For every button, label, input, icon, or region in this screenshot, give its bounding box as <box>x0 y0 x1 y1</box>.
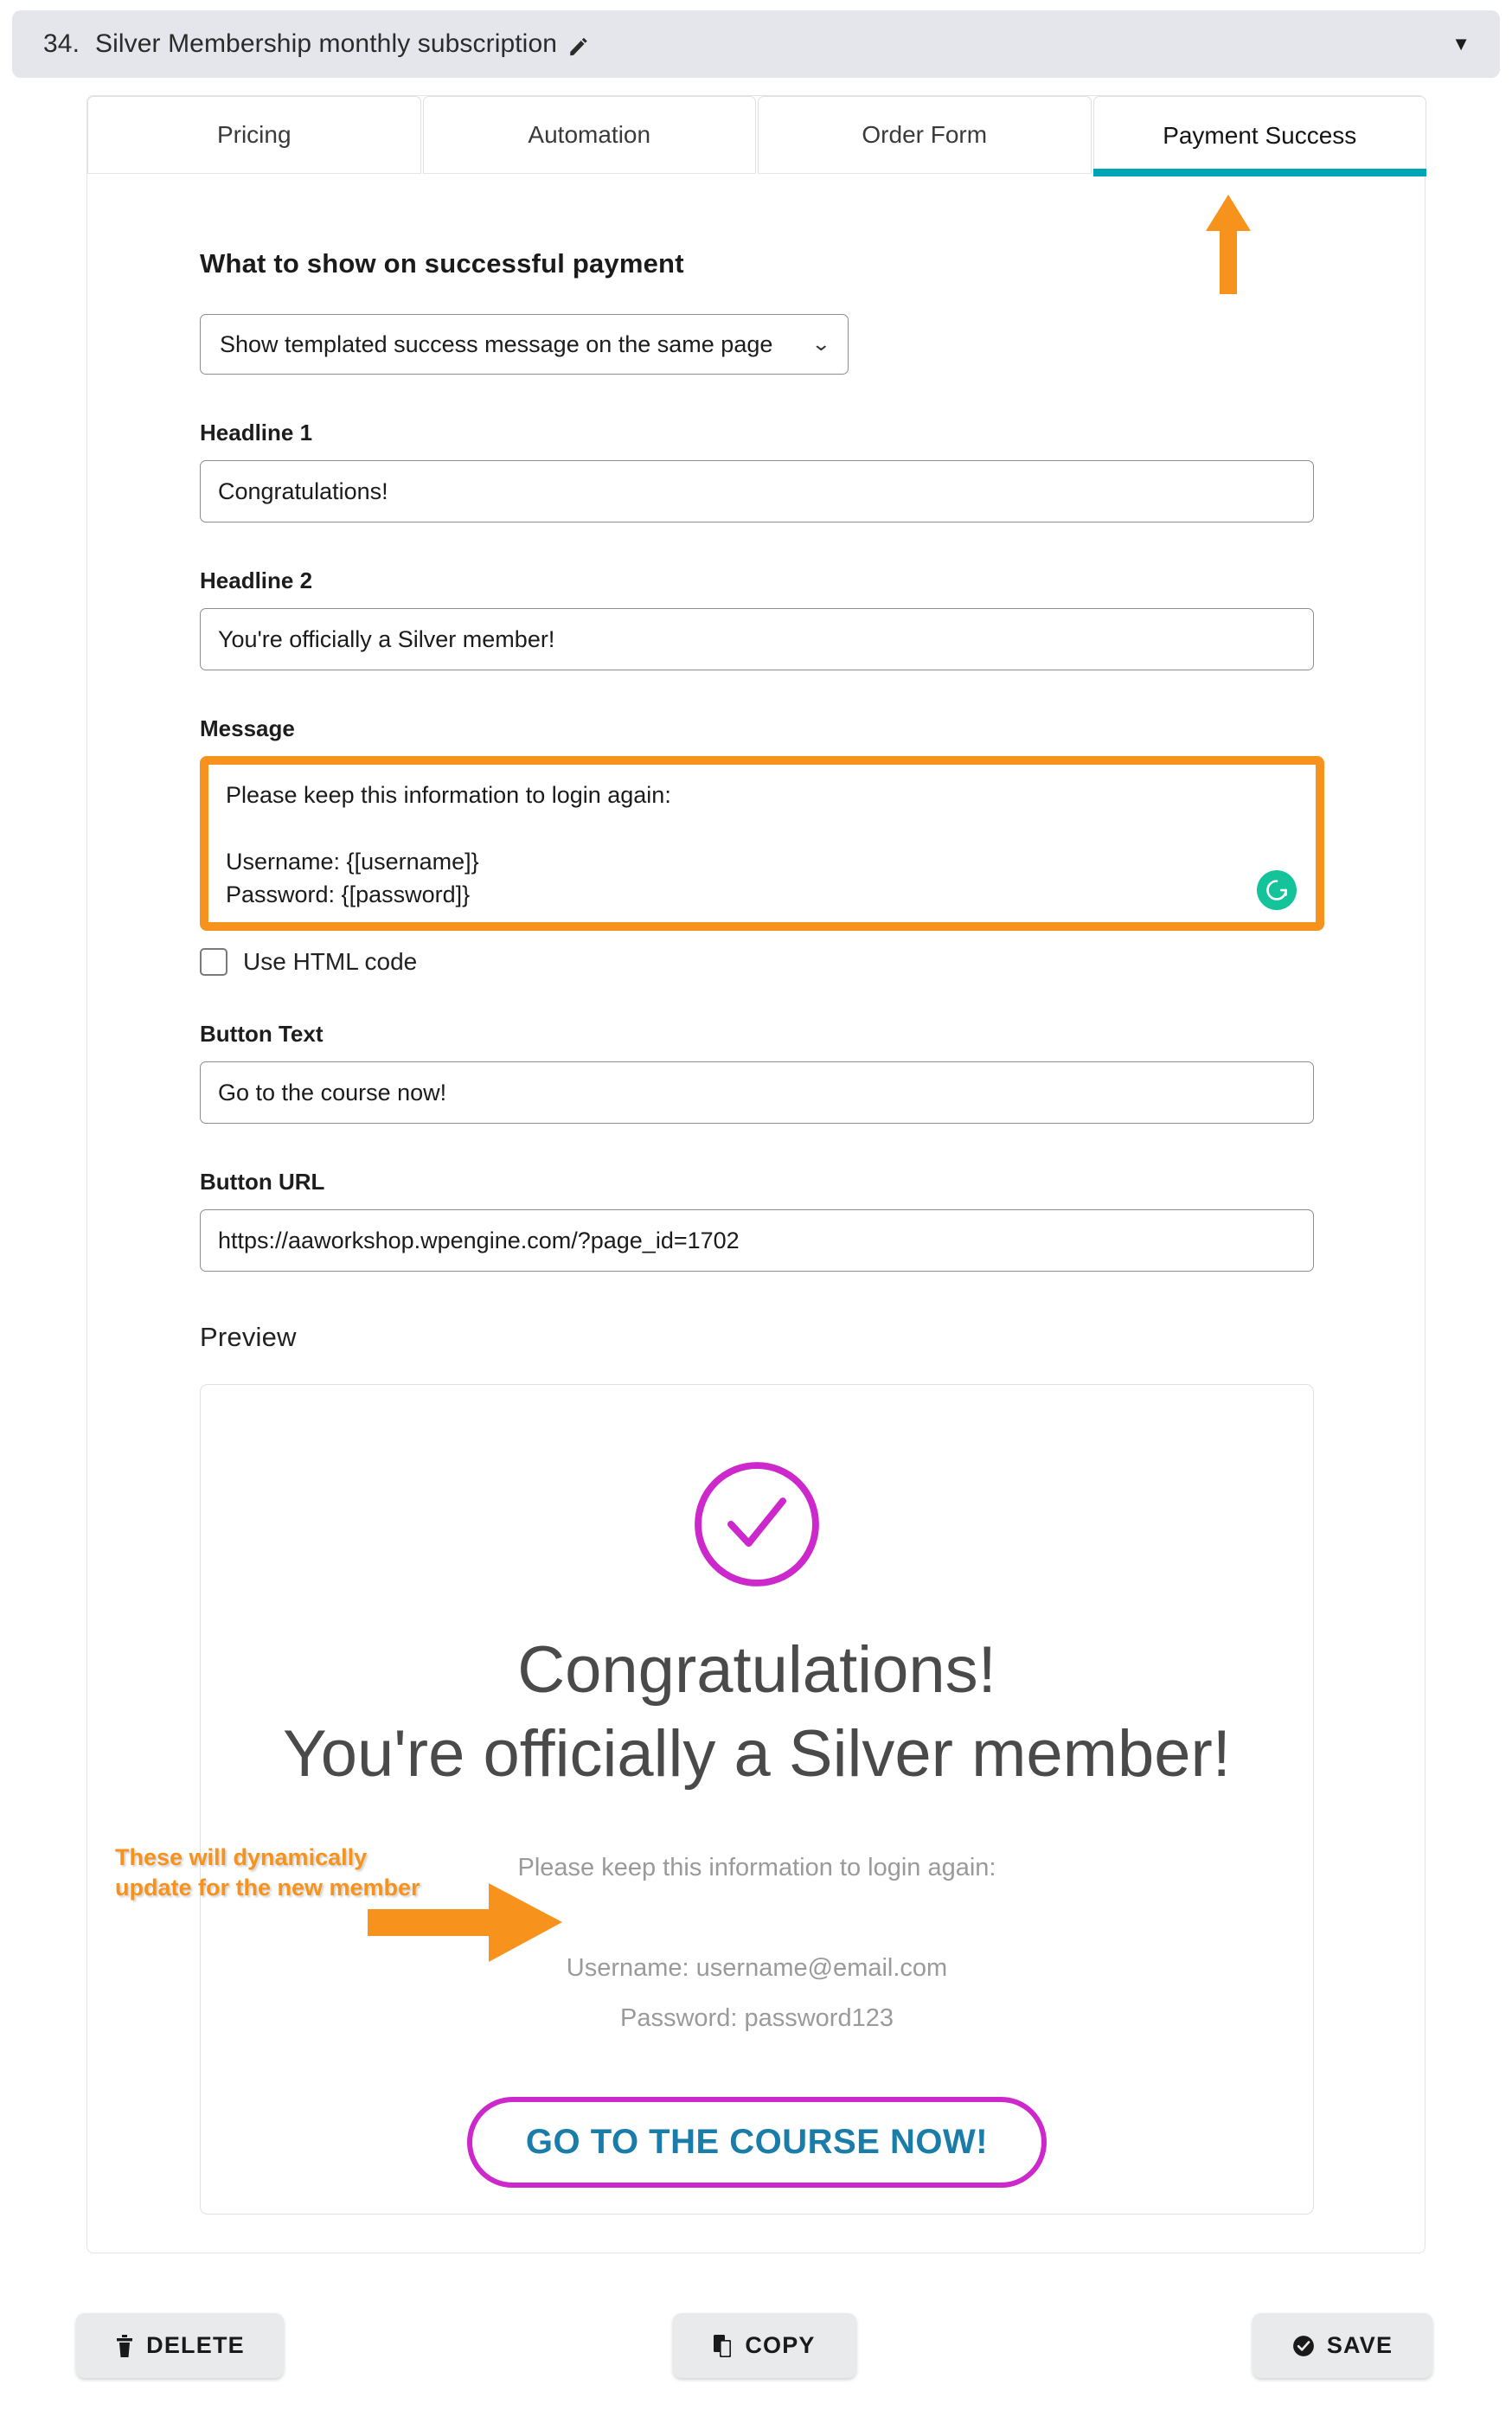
settings-card: Pricing Automation Order Form Payment Su… <box>86 95 1426 2253</box>
success-behavior-select[interactable]: Show templated success message on the sa… <box>200 314 849 375</box>
grammarly-icon[interactable] <box>1257 870 1297 910</box>
tab-pricing[interactable]: Pricing <box>87 96 421 174</box>
use-html-row[interactable]: Use HTML code <box>200 948 1314 976</box>
message-field-highlight: Please keep this information to login ag… <box>200 756 1324 931</box>
headline1-label: Headline 1 <box>200 420 313 445</box>
accordion-header[interactable]: 34. Silver Membership monthly subscripti… <box>12 10 1500 78</box>
footer-actions: DELETE COPY SAVE <box>0 2292 1512 2405</box>
accordion-title-text: Silver Membership monthly subscription <box>95 29 558 58</box>
preview-panel: Congratulations! You're officially a Sil… <box>200 1384 1314 2215</box>
message-label: Message <box>200 715 295 741</box>
payment-success-form: What to show on successful payment Show … <box>87 174 1426 2215</box>
preview-cta-button[interactable]: GO TO THE COURSE NOW! <box>466 2096 1048 2188</box>
use-html-checkbox[interactable] <box>200 948 227 976</box>
preview-headline1: Congratulations! <box>517 1633 996 1707</box>
section-title: What to show on successful payment <box>200 248 684 279</box>
accordion-number: 34. <box>43 29 80 58</box>
chevron-down-icon: ⌄ <box>810 333 831 355</box>
button-url-label: Button URL <box>200 1169 325 1195</box>
headline1-input[interactable]: Congratulations! <box>200 460 1314 522</box>
pencil-icon[interactable] <box>567 35 590 58</box>
tab-automation[interactable]: Automation <box>422 96 756 174</box>
button-text-input[interactable]: Go to the course now! <box>200 1061 1314 1124</box>
delete-button[interactable]: DELETE <box>76 2313 284 2378</box>
message-textarea[interactable]: Please keep this information to login ag… <box>208 765 1316 922</box>
tab-bar: Pricing Automation Order Form Payment Su… <box>87 96 1426 176</box>
preview-headline2: You're officially a Silver member! <box>283 1717 1231 1792</box>
arrow-right-icon <box>368 1881 562 1964</box>
check-circle-icon <box>689 1456 825 1593</box>
use-html-label: Use HTML code <box>243 948 418 975</box>
button-url-input[interactable]: https://aaworkshop.wpengine.com/?page_id… <box>200 1209 1314 1272</box>
tab-order-form[interactable]: Order Form <box>758 96 1092 174</box>
preview-title: Preview <box>200 1322 297 1352</box>
copy-button[interactable]: COPY <box>673 2313 856 2378</box>
preview-message: Please keep this information to login ag… <box>517 1853 996 2032</box>
success-behavior-value: Show templated success message on the sa… <box>220 330 773 357</box>
copy-icon <box>714 2334 733 2357</box>
save-label: SAVE <box>1326 2332 1393 2358</box>
payment-success-settings-page: 34. Silver Membership monthly subscripti… <box>0 0 1512 2423</box>
trash-icon <box>115 2334 134 2357</box>
button-text-label: Button Text <box>200 1021 324 1047</box>
accordion-title: 34. Silver Membership monthly subscripti… <box>43 29 590 59</box>
delete-label: DELETE <box>146 2332 245 2358</box>
headline2-label: Headline 2 <box>200 567 313 593</box>
headline2-input[interactable]: You're officially a Silver member! <box>200 608 1314 670</box>
check-badge-icon <box>1292 2335 1315 2357</box>
copy-label: COPY <box>745 2332 816 2358</box>
save-button[interactable]: SAVE <box>1253 2313 1432 2378</box>
chevron-down-icon[interactable]: ▼ <box>1451 35 1470 54</box>
arrow-up-icon <box>1202 195 1254 294</box>
tab-payment-success[interactable]: Payment Success <box>1092 96 1426 176</box>
